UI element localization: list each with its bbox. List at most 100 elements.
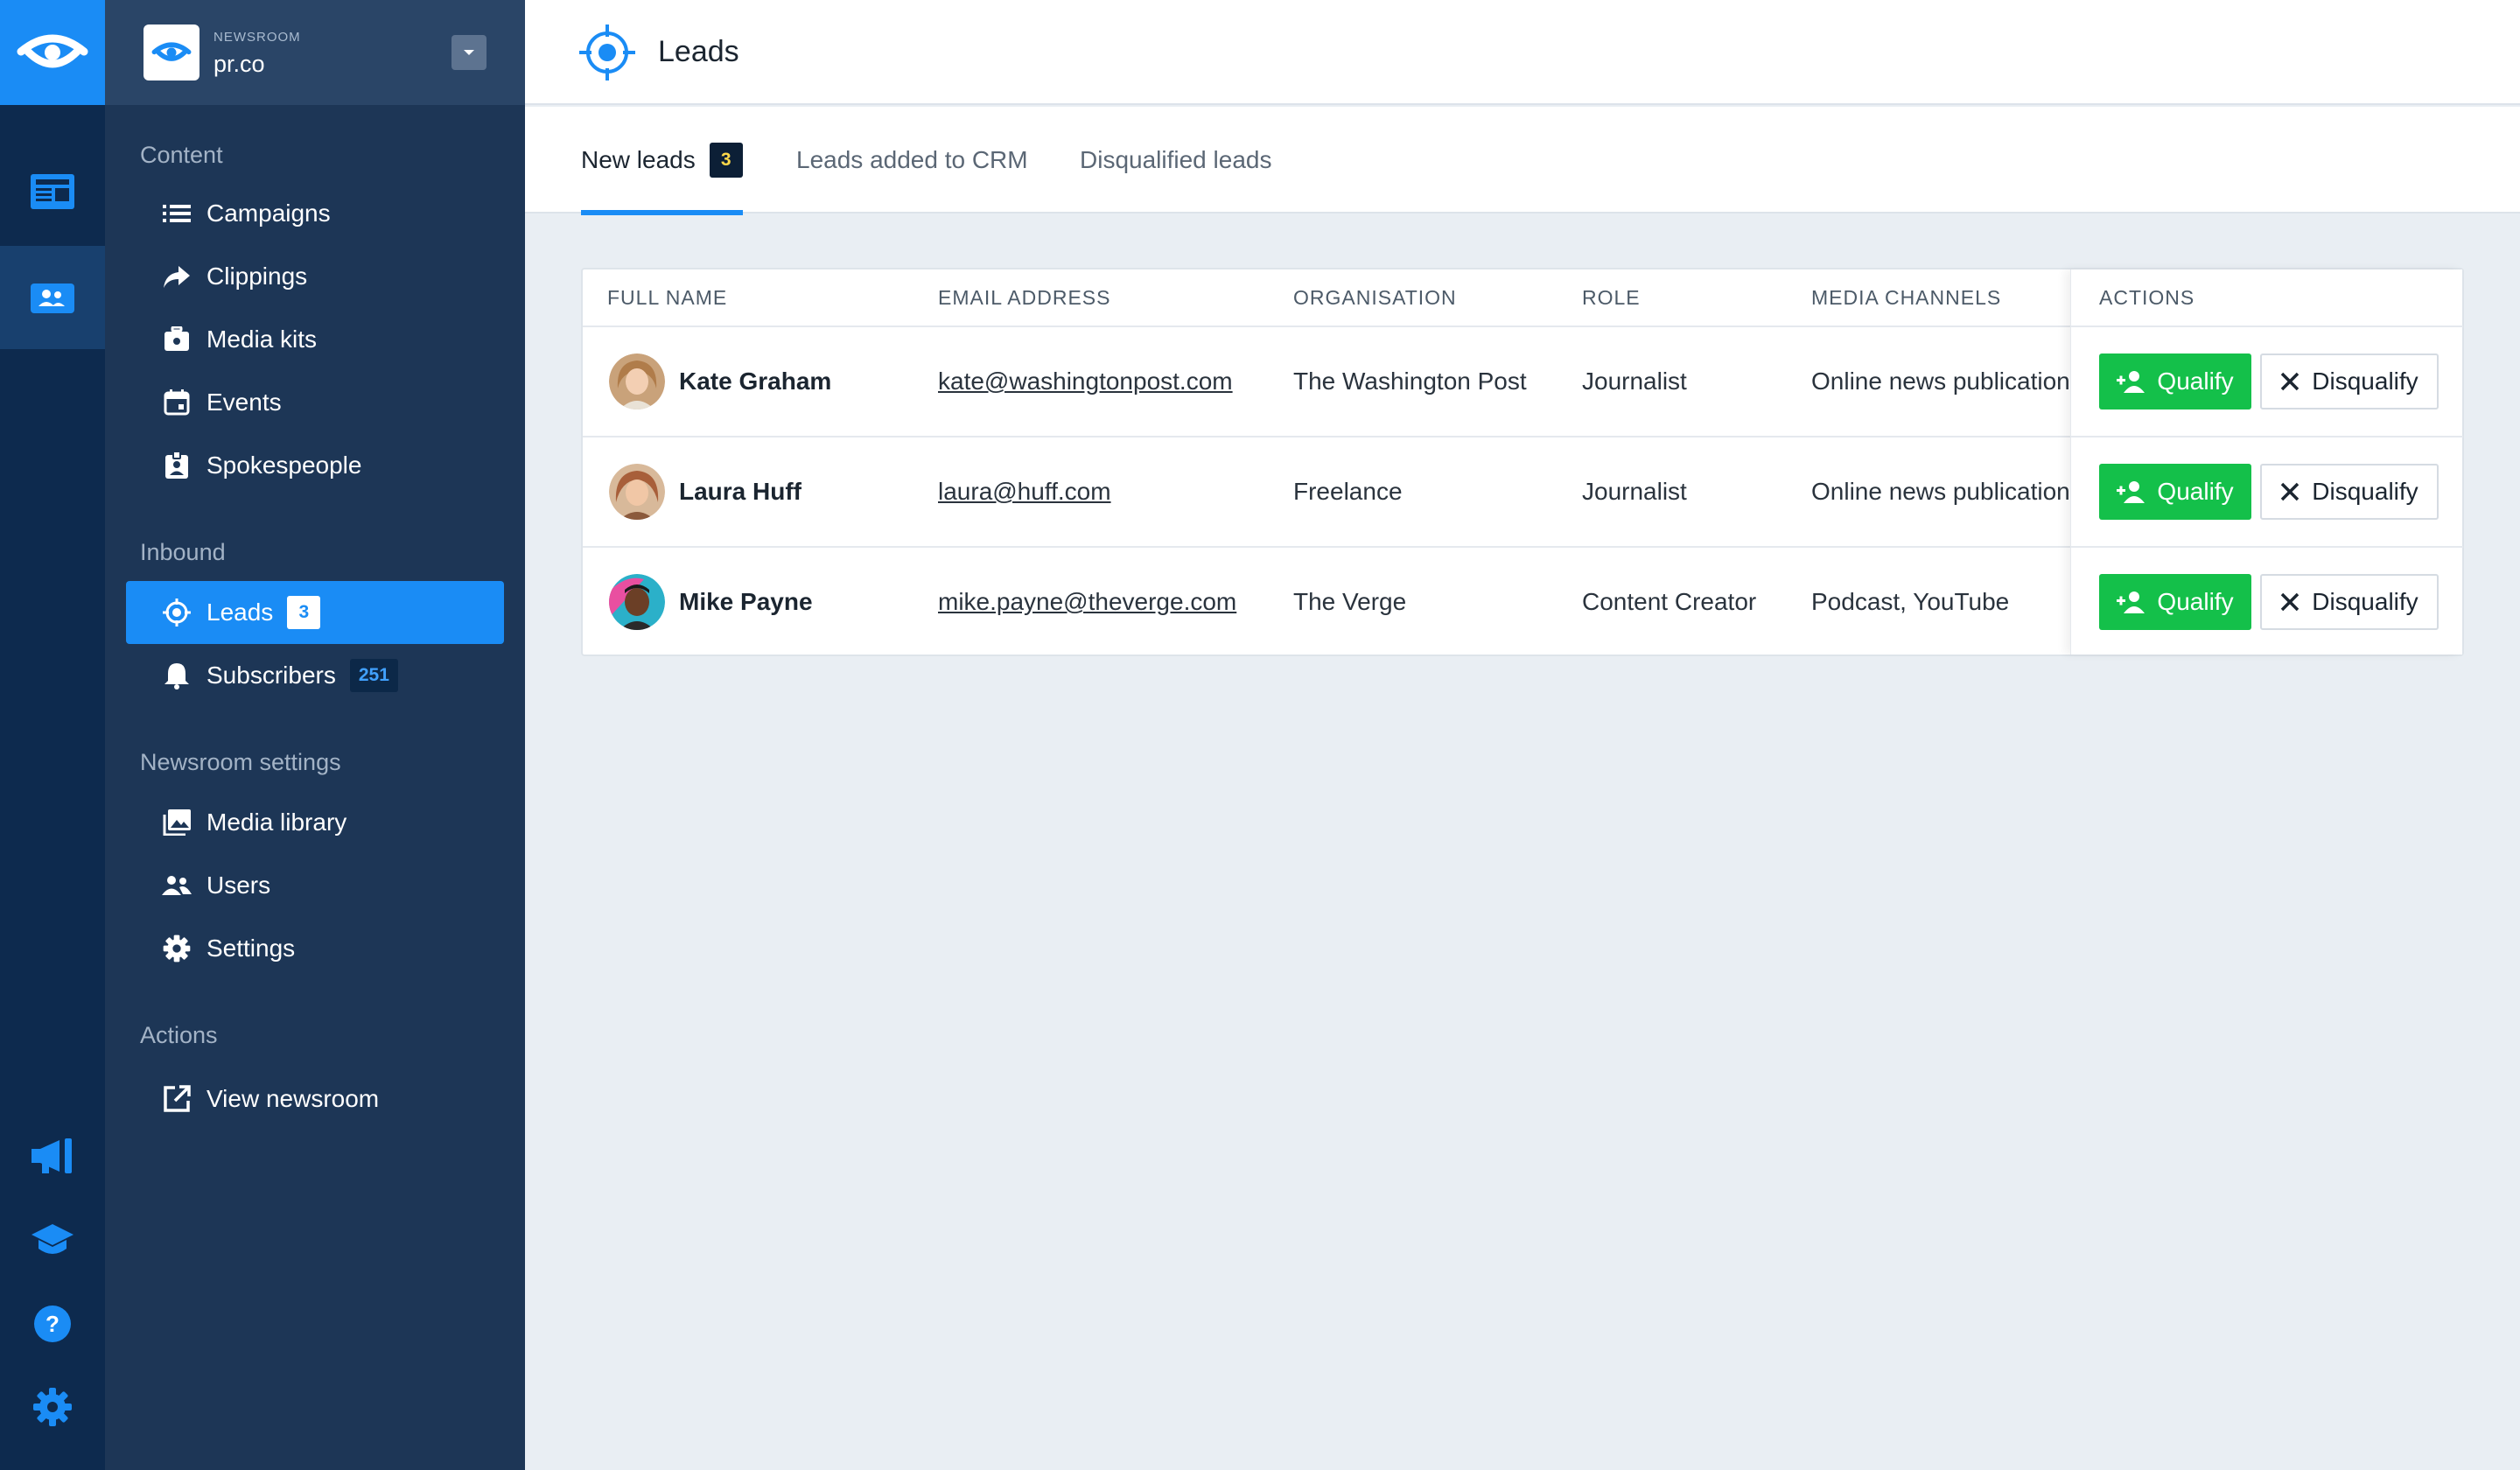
lead-media-channels: Online news publication: [1811, 368, 2070, 395]
leads-count-badge: 3: [287, 596, 321, 629]
gear-icon: [161, 933, 192, 964]
bell-icon: [161, 660, 192, 691]
image-icon: [161, 807, 192, 838]
newsroom-switcher[interactable]: NEWSROOM pr.co: [105, 0, 525, 105]
newsroom-kicker: NEWSROOM: [214, 30, 301, 45]
page-title: Leads: [658, 35, 739, 68]
sidebar-item-label: Clippings: [206, 262, 308, 290]
sidebar-item-label: Settings: [206, 934, 296, 962]
section-heading-newsroom-settings: Newsroom settings: [140, 749, 341, 775]
newsroom-name: pr.co: [214, 51, 265, 77]
sidebar-item-campaigns[interactable]: Campaigns: [126, 182, 504, 245]
subscribers-count-badge: 251: [349, 659, 398, 692]
lead-email-link[interactable]: laura@huff.com: [938, 438, 1111, 546]
column-header-actions: ACTIONS: [2099, 285, 2195, 309]
sidebar-item-label: Media library: [206, 808, 347, 836]
tab-new-leads[interactable]: New leads 3: [581, 107, 743, 215]
actions-column: ACTIONS Qualify Disqualify Qualify Disqu…: [2070, 270, 2463, 654]
logo-icon[interactable]: [0, 0, 105, 105]
tab-disqualified-leads[interactable]: Disqualified leads: [1080, 107, 1271, 214]
lead-role: Journalist: [1582, 368, 1687, 395]
sidebar-item-label: Media kits: [206, 326, 318, 353]
sidebar: NEWSROOM pr.co Content Campaigns Clippin…: [105, 0, 525, 1470]
lead-name: Laura Huff: [679, 478, 802, 505]
close-icon: [2280, 482, 2300, 501]
lead-email-link[interactable]: mike.payne@theverge.com: [938, 548, 1236, 656]
lead-name: Kate Graham: [679, 368, 832, 395]
lead-organisation: The Washington Post: [1293, 368, 1527, 395]
qualify-button[interactable]: Qualify: [2099, 354, 2251, 410]
section-heading-content: Content: [140, 142, 223, 168]
lead-role: Journalist: [1582, 478, 1687, 505]
column-header-role: ROLE: [1582, 285, 1641, 309]
sidebar-item-events[interactable]: Events: [126, 371, 504, 434]
column-header-organisation: ORGANISATION: [1293, 285, 1457, 309]
qualify-label: Qualify: [2157, 368, 2234, 395]
tab-label: New leads: [581, 146, 696, 173]
sidebar-item-settings[interactable]: Settings: [126, 917, 504, 980]
external-link-icon: [161, 1083, 192, 1115]
newsroom-icon[interactable]: [0, 140, 105, 243]
qualify-label: Qualify: [2157, 588, 2234, 615]
newsroom-logo-icon: [144, 24, 200, 80]
lead-media-channels: Podcast, YouTube: [1811, 588, 2010, 615]
lead-email-link[interactable]: kate@washingtonpost.com: [938, 327, 1233, 436]
lead-name: Mike Payne: [679, 588, 813, 615]
sidebar-item-label: Spokespeople: [206, 452, 362, 479]
settings-gear-icon[interactable]: [0, 1355, 105, 1459]
icon-rail: ?: [0, 0, 105, 1470]
sidebar-item-leads[interactable]: Leads 3: [126, 581, 504, 644]
list-icon: [161, 198, 192, 229]
sidebar-item-subscribers[interactable]: Subscribers 251: [126, 644, 504, 707]
target-icon: [579, 24, 635, 85]
users-icon: [161, 870, 192, 901]
qualify-button[interactable]: Qualify: [2099, 464, 2251, 520]
disqualify-button[interactable]: Disqualify: [2260, 574, 2439, 630]
close-icon: [2280, 592, 2300, 612]
disqualify-button[interactable]: Disqualify: [2260, 464, 2439, 520]
actions-cell: Qualify Disqualify: [2071, 436, 2463, 546]
sidebar-item-clippings[interactable]: Clippings: [126, 245, 504, 308]
sidebar-item-media-library[interactable]: Media library: [126, 791, 504, 854]
sidebar-item-media-kits[interactable]: Media kits: [126, 308, 504, 371]
target-icon: [161, 597, 192, 628]
column-header-full-name: FULL NAME: [607, 285, 728, 309]
chevron-down-icon[interactable]: [452, 35, 486, 70]
disqualify-label: Disqualify: [2312, 478, 2418, 505]
tab-leads-added-to-crm[interactable]: Leads added to CRM: [796, 107, 1028, 214]
sidebar-item-view-newsroom[interactable]: View newsroom: [126, 1068, 504, 1130]
lead-organisation: Freelance: [1293, 478, 1403, 505]
lead-organisation: The Verge: [1293, 588, 1407, 615]
sidebar-item-spokespeople[interactable]: Spokespeople: [126, 434, 504, 497]
disqualify-button[interactable]: Disqualify: [2260, 354, 2439, 410]
disqualify-label: Disqualify: [2312, 368, 2418, 395]
tab-label: Leads added to CRM: [796, 146, 1028, 173]
close-icon: [2280, 372, 2300, 391]
svg-text:?: ?: [46, 1311, 60, 1337]
contacts-icon[interactable]: [0, 246, 105, 349]
sidebar-item-label: Leads: [206, 598, 274, 626]
avatar: [609, 354, 665, 410]
column-header-media-channels: MEDIA CHANNELS: [1811, 285, 2002, 309]
briefcase-icon: [161, 324, 192, 355]
column-header-email: EMAIL ADDRESS: [938, 285, 1111, 309]
share-arrow-icon: [161, 261, 192, 292]
leads-table: FULL NAME EMAIL ADDRESS ORGANISATION ROL…: [581, 268, 2464, 656]
actions-cell: Qualify Disqualify: [2071, 546, 2463, 654]
page-header: Leads: [525, 0, 2520, 105]
sidebar-item-label: Users: [206, 872, 271, 899]
sidebar-item-label: Subscribers: [206, 662, 336, 689]
disqualify-label: Disqualify: [2312, 588, 2418, 615]
sidebar-item-label: Campaigns: [206, 200, 331, 227]
calendar-icon: [161, 387, 192, 418]
id-badge-icon: [161, 450, 192, 481]
avatar: [609, 574, 665, 630]
sidebar-item-label: Events: [206, 388, 282, 416]
add-user-icon: [2117, 591, 2146, 613]
sidebar-item-users[interactable]: Users: [126, 854, 504, 917]
sidebar-item-label: View newsroom: [206, 1085, 380, 1112]
lead-media-channels: Online news publication: [1811, 478, 2070, 505]
qualify-button[interactable]: Qualify: [2099, 574, 2251, 630]
new-leads-count-badge: 3: [709, 143, 743, 178]
tab-label: Disqualified leads: [1080, 146, 1272, 173]
